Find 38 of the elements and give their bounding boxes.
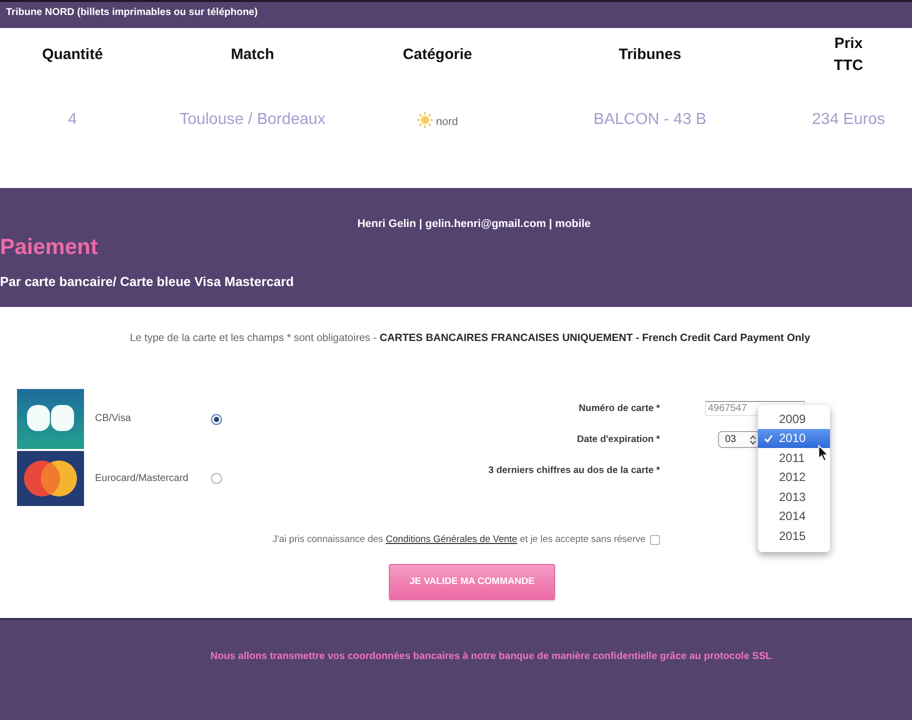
table-cell: Toulouse / Bordeaux [180,110,326,130]
column-header: Catégorie [402,45,472,65]
column-header: Tribunes [618,45,682,65]
field-label: Date d'expiration * [576,434,660,446]
table-cell: 4 [68,110,77,130]
terms-text: J'ai pris connaissance des Conditions Générales de Vente et je les accepte sans réserve [272,533,646,547]
logo-text: nord [436,116,458,128]
table-cell: 234 Euros [812,110,885,130]
dropdown-option[interactable]: 2012 [758,468,830,487]
section-subtitle: Par carte bancaire/ Carte bleue Visa Mastercard [0,273,294,291]
section-title: Paiement [0,234,98,260]
dropdown-option[interactable]: 2011 [758,448,830,468]
radio-button[interactable] [211,414,222,424]
sun-icon [416,112,433,128]
field-label: 3 derniers chiffres au dos de la carte * [487,464,660,476]
terms-checkbox[interactable] [650,535,660,545]
terms-link[interactable]: Conditions Générales de Vente [386,534,518,545]
field-label: Numéro de carte * [578,402,660,414]
customer-info: Henri Gelin | gelin.henri@gmail.com | mobile [357,218,591,230]
card-type-label: CB/Visa [95,413,132,425]
table-cell: BALCON - 43 B [594,110,706,130]
dropdown-option[interactable]: 2014 [758,506,830,526]
check-icon [764,434,773,443]
month-select[interactable]: 03 [718,431,760,448]
radio-button[interactable] [211,473,222,484]
dropdown-option[interactable]: 2010 [758,428,830,448]
column-header: Prix TTC [834,34,864,76]
column-header: Quantité [42,45,103,65]
select-arrows-icon [750,434,756,444]
rounded-blocks-logo-icon [17,389,84,449]
overlapping-circles-logo-icon [17,451,84,506]
card-type-label: Eurocard/Mastercard [95,472,190,484]
banner-title: Tribune NORD (billets imprimables ou sur téléphone) [6,7,258,18]
dropdown-option[interactable]: 2015 [758,526,830,546]
notice-text: Le type de la carte et les champs * sont obligatoires - CARTES BANCAIRES FRANCAISES UNIQUEMENT - French Credit Card Payment Only [130,332,810,344]
column-header: Match [230,45,274,65]
security-note: Nous allons transmettre vos coordonnées bancaires à notre banque de manière confidentielle grâce au protocole SSL [210,651,772,662]
dropdown-option[interactable]: 2013 [758,487,830,506]
